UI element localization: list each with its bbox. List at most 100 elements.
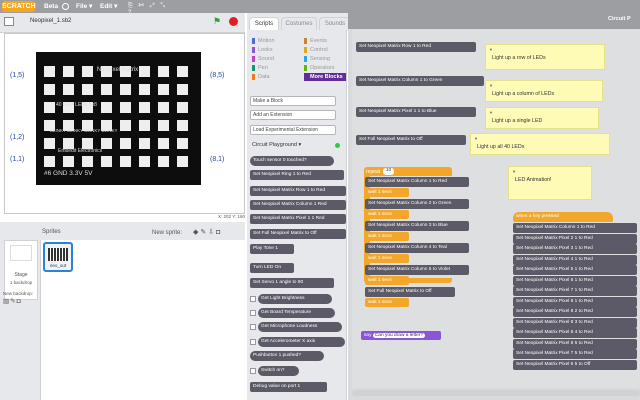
key-script-block[interactable]: Set Neopixel Matrix Pixel 8 1 to Red [513,296,637,307]
palette-block[interactable]: Set Neopixel Matrix Column 1 Red [250,200,346,210]
key-script-block[interactable]: Set Neopixel Matrix Pixel 6 1 to Red [513,275,637,286]
key-script-block[interactable]: Set Neopixel Matrix Pixel 8 5 to Red [513,338,637,349]
palette-block[interactable]: Debug value on port 1 [250,382,328,392]
script-block[interactable]: Set Neopixel Matrix Row 1 to Red [356,42,476,52]
reporter-checkbox[interactable] [250,310,256,316]
green-flag-icon[interactable]: ⚑ [213,17,222,26]
comment-note[interactable]: ▼ Light up all 40 LEDs [470,133,610,155]
board-pins: #6 GND 3.3V 5V [44,170,93,177]
palette-block[interactable]: Set Servo 1 angle to 90 [250,278,334,288]
category-data[interactable]: Data [252,73,292,81]
category-operators[interactable]: Operators [304,64,346,72]
category-more-blocks[interactable]: More Blocks [304,73,346,81]
presentation-mode-icon[interactable] [4,17,14,26]
category-sensing[interactable]: Sensing [304,55,346,63]
palette-block[interactable]: Play Tone 1 [250,244,295,254]
tab-scripts[interactable]: Scripts [249,17,279,30]
scratch-logo[interactable]: SCRATCH [2,1,36,12]
palette-block[interactable]: Set Full Neopixel Matrix to Off [250,229,346,239]
palette-block[interactable]: Switch on? [258,366,299,376]
palette-block[interactable]: Set Neopixel Ring 1 to Red [250,170,344,180]
comment-note[interactable]: ▼ LED Animation! [508,166,592,200]
palette-block[interactable]: Pushbutton 1 pushed? [250,351,324,361]
collapse-icon[interactable]: ▼ [489,47,493,52]
say-block[interactable]: say Can you draw a letter? [361,331,441,340]
palette-block[interactable]: Get Microphone Loudness [258,322,342,332]
palette-block[interactable]: Get Accelerometer X axis [258,337,346,347]
sprite-thumbnail[interactable]: neo_out [43,242,73,272]
script-block[interactable]: Set Full Neopixel Matrix to Off [356,135,466,145]
key-script-block[interactable]: Set Neopixel Matrix Pixel 2 1 to Red [513,233,637,244]
load-experimental-extension-button[interactable]: Load Experimental Extension [250,125,336,135]
reporter-checkbox[interactable] [250,368,256,374]
comment-note[interactable]: ▼ Light up a column of LEDs [485,80,603,102]
new-backdrop-icons[interactable]: ▨✎◘ [3,297,22,305]
loop-block[interactable]: Set Neopixel Matrix Column 4 to Teal [365,243,469,253]
category-looks[interactable]: Looks [252,46,292,54]
category-sound[interactable]: Sound [252,55,292,63]
category-motion[interactable]: Motion [252,37,292,45]
reporter-checkbox[interactable] [250,296,256,302]
wait-block[interactable]: wait 1 secs [365,188,409,197]
category-control[interactable]: Control [304,46,346,54]
comment-note[interactable]: ▼ Light up a single LED [485,107,599,129]
category-events[interactable]: Events [304,37,346,45]
wait-block[interactable]: wait 1 secs [365,254,409,263]
key-script-block[interactable]: Set Neopixel Matrix Pixel 7 5 to Red [513,349,637,359]
key-script-block[interactable]: Set Neopixel Matrix Pixel 6 5 to Off [513,359,637,370]
palette-block[interactable]: Touch sensor 0 touched? [250,156,334,166]
file-menu[interactable]: File ▾ [76,0,92,13]
key-script-block[interactable]: Set Neopixel Matrix Pixel 4 1 to Red [513,254,637,265]
horizontal-scrollbar[interactable] [352,390,640,396]
palette-block[interactable]: Get Light Brightness [258,294,332,304]
neopixel-led [120,84,131,95]
key-script-block[interactable]: Set Neopixel Matrix Pixel 3 1 to Red [513,244,637,254]
loop-block[interactable]: Set Full Neopixel Matrix to Off [365,287,455,297]
comment-note[interactable]: ▼ Light up a row of LEDs [485,44,605,70]
reporter-checkbox[interactable] [250,324,256,330]
loop-block[interactable]: Set Neopixel Matrix Column 1 to Red [365,177,469,187]
loop-block[interactable]: Set Neopixel Matrix Column 5 to Violet [365,265,469,275]
collapse-icon[interactable]: ▼ [512,169,516,174]
edit-menu[interactable]: Edit ▾ [100,0,117,13]
collapse-icon[interactable]: ▼ [489,83,493,88]
loop-block[interactable]: Set Neopixel Matrix Column 3 to Blue [365,221,469,231]
add-extension-button[interactable]: Add an Extension [250,110,336,120]
neopixel-led [158,120,169,131]
wait-block[interactable]: wait 1 secs [365,232,409,241]
extension-dropdown[interactable]: Circuit Playground ▾ [252,142,301,148]
key-script-block[interactable]: Set Neopixel Matrix Pixel 5 1 to Red [513,265,637,275]
category-pen[interactable]: Pen [252,64,292,72]
palette-block[interactable]: Turn LED On [250,263,295,273]
script-block[interactable]: Set Neopixel Matrix Pixel 1 1 to Blue [356,107,476,117]
tab-costumes[interactable]: Costumes [281,17,317,30]
repeat-count-input[interactable]: 10 [383,168,394,175]
stop-icon[interactable] [229,17,238,26]
neopixel-led [101,138,112,149]
script-block[interactable]: Set Neopixel Matrix Column 1 to Green [356,76,484,86]
collapse-icon[interactable]: ▼ [489,110,493,115]
say-text-input[interactable]: Can you draw a letter? [372,333,426,338]
loop-block[interactable]: Set Neopixel Matrix Column 2 to Green [365,199,469,209]
key-script-block[interactable]: Set Neopixel Matrix Pixel 7 1 to Red [513,286,637,296]
key-script-block[interactable]: Set Neopixel Matrix Column 1 to Red [513,223,637,233]
palette-block[interactable]: Get Board Temperature [258,308,336,318]
when-key-pressed-hat[interactable]: when a key pressed [513,212,613,222]
reporter-checkbox[interactable] [250,339,256,345]
neopixel-led [82,84,93,95]
collapse-icon[interactable]: ▼ [474,136,478,141]
key-script-block[interactable]: Set Neopixel Matrix Pixel 8 4 to Red [513,328,637,338]
new-sprite-icons[interactable]: ◆✎⇩◘ [193,228,222,236]
palette-block[interactable]: Set Neopixel Matrix Row 1 to Red [250,186,346,196]
project-name[interactable]: Neopixel_1.sb2 [30,18,71,24]
palette-block[interactable]: Set Neopixel Matrix Pixel 1 1 Red [250,214,346,224]
wait-block[interactable]: wait 1 secs [365,210,409,219]
key-script-block[interactable]: Set Neopixel Matrix Pixel 8 2 to Red [513,307,637,317]
key-script-block[interactable]: Set Neopixel Matrix Pixel 8 3 to Red [513,317,637,328]
toolbar-icons[interactable]: ⎘ ✂ ⤢ ⤡ ? [128,3,168,16]
tab-sounds[interactable]: Sounds [319,17,351,30]
wait-block[interactable]: wait 1 secs [365,298,409,307]
globe-icon[interactable] [62,3,69,10]
make-a-block-button[interactable]: Make a Block [250,96,336,106]
wait-block[interactable]: wait 1 secs [365,276,409,285]
